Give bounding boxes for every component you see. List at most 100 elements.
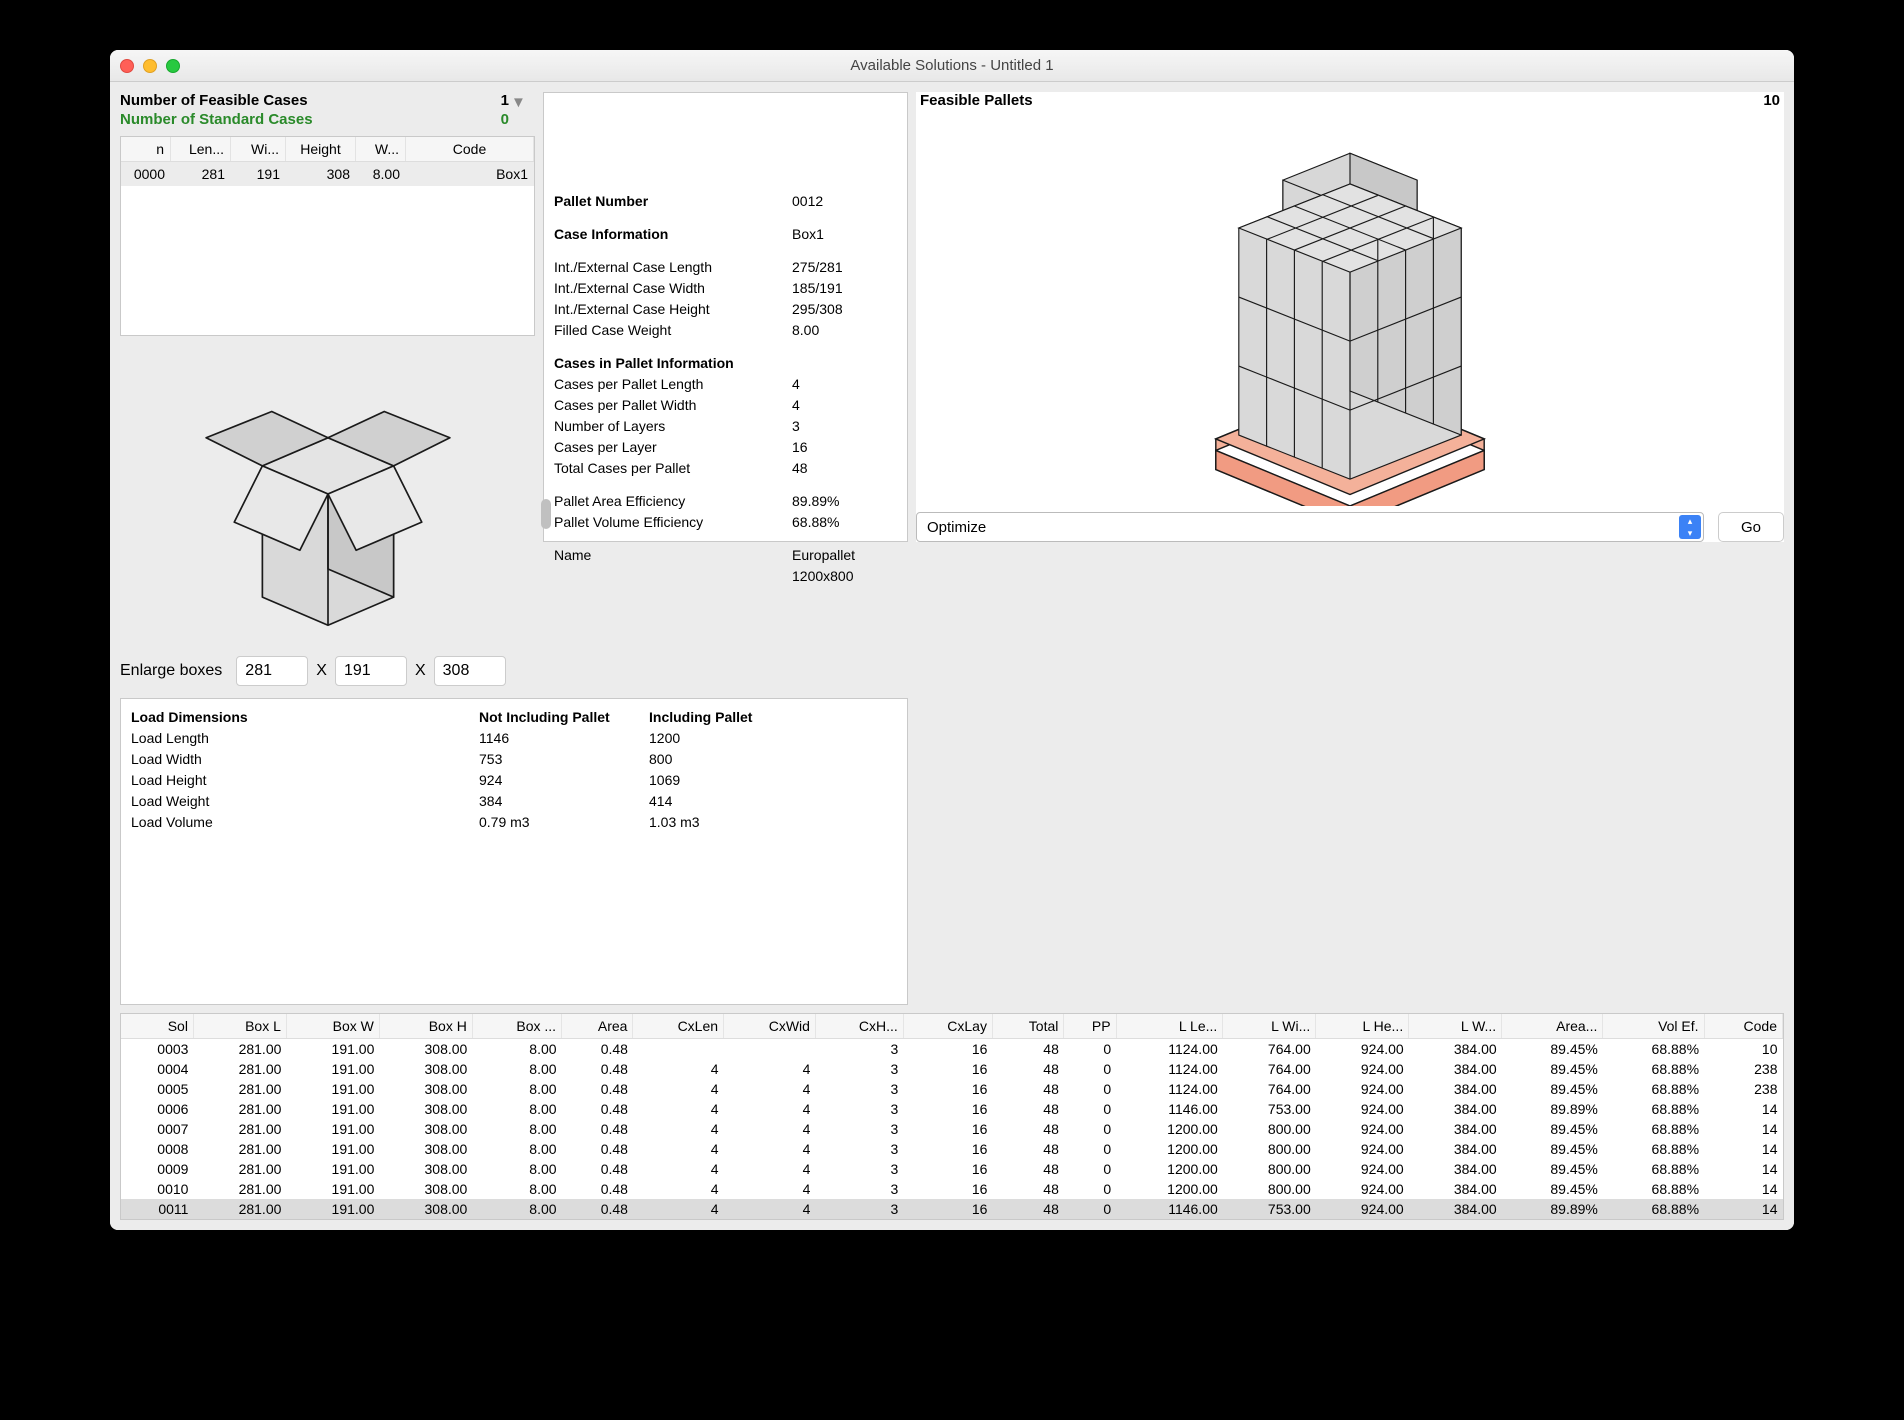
sol-row[interactable]: 0009281.00191.00308.008.000.484431648012… <box>121 1159 1783 1179</box>
vol-eff-value: 68.88% <box>792 512 897 533</box>
standard-cases-count: 0 <box>501 111 509 128</box>
optimize-select-value: Optimize <box>927 519 986 536</box>
app-window: Available Solutions - Untitled 1 Pallet … <box>110 50 1794 1230</box>
sol-row[interactable]: 0006281.00191.00308.008.000.484431648011… <box>121 1099 1783 1119</box>
col-len[interactable]: Len... <box>171 137 231 161</box>
sol-col[interactable]: L W... <box>1409 1014 1502 1039</box>
sol-col[interactable]: Area <box>562 1014 633 1039</box>
sol-row[interactable]: 0004281.00191.00308.008.000.484431648011… <box>121 1059 1783 1079</box>
col-height[interactable]: Height <box>286 137 356 161</box>
pallet-visualization-panel: Feasible Pallets 10 <box>916 92 1784 542</box>
box-visualization <box>120 344 535 644</box>
case-info-label: Case Information <box>554 224 792 245</box>
sol-col[interactable]: Sol <box>121 1014 193 1039</box>
cpl-value: 16 <box>792 437 897 458</box>
load-row-label: Load Weight <box>131 791 479 812</box>
layers-value: 3 <box>792 416 897 437</box>
sol-col[interactable]: Total <box>992 1014 1063 1039</box>
sol-col[interactable]: Area... <box>1502 1014 1603 1039</box>
cases-table-row[interactable]: 0000 281 191 308 8.00 Box1 <box>121 162 534 186</box>
total-value: 48 <box>792 458 897 479</box>
feasible-cases-label: Number of Feasible Cases <box>120 92 308 109</box>
cpl-label: Cases per Layer <box>554 437 792 458</box>
load-row-a: 0.79 m3 <box>479 812 649 833</box>
col-w[interactable]: W... <box>356 137 406 161</box>
load-row-b: 800 <box>649 749 819 770</box>
col-wi[interactable]: Wi... <box>231 137 286 161</box>
cases-in-pallet-label: Cases in Pallet Information <box>554 353 792 374</box>
sol-col[interactable]: CxLay <box>903 1014 992 1039</box>
enlarge-length-input[interactable] <box>236 656 308 686</box>
not-incl-label: Not Including Pallet <box>479 707 649 728</box>
load-row-label: Load Length <box>131 728 479 749</box>
sol-col[interactable]: Box ... <box>472 1014 561 1039</box>
sol-col[interactable]: Vol Ef. <box>1603 1014 1704 1039</box>
load-row-a: 753 <box>479 749 649 770</box>
load-row-b: 414 <box>649 791 819 812</box>
sol-row[interactable]: 0010281.00191.00308.008.000.484431648012… <box>121 1179 1783 1199</box>
sol-col[interactable]: PP <box>1064 1014 1116 1039</box>
sol-row[interactable]: 0003281.00191.00308.008.000.483164801124… <box>121 1039 1783 1060</box>
sol-col[interactable]: L Wi... <box>1223 1014 1316 1039</box>
open-box-icon <box>178 344 478 644</box>
load-row-label: Load Width <box>131 749 479 770</box>
content: Pallet Number0012 Case InformationBox1 I… <box>110 82 1794 1230</box>
load-dimensions-panel: Load Dimensions Not Including Pallet Inc… <box>120 698 908 1005</box>
area-eff-label: Pallet Area Efficiency <box>554 491 792 512</box>
stepper-icon[interactable] <box>1679 515 1701 539</box>
titlebar: Available Solutions - Untitled 1 <box>110 50 1794 82</box>
feasible-cases-count: 1 <box>501 92 509 109</box>
int-ext-hgt-value: 295/308 <box>792 299 897 320</box>
load-row-label: Load Volume <box>131 812 479 833</box>
load-dim-label: Load Dimensions <box>131 707 479 728</box>
cpl-len-value: 4 <box>792 374 897 395</box>
load-row-b: 1.03 m3 <box>649 812 819 833</box>
vol-eff-label: Pallet Volume Efficiency <box>554 512 792 533</box>
x-label-1: X <box>316 662 327 680</box>
window-title: Available Solutions - Untitled 1 <box>110 57 1794 74</box>
sol-col[interactable]: Box H <box>379 1014 472 1039</box>
sol-col[interactable]: Box L <box>193 1014 286 1039</box>
x-label-2: X <box>415 662 426 680</box>
sol-row[interactable]: 0005281.00191.00308.008.000.484431648011… <box>121 1079 1783 1099</box>
filled-wt-label: Filled Case Weight <box>554 320 792 341</box>
name-label: Name <box>554 545 792 587</box>
int-ext-len-label: Int./External Case Length <box>554 257 792 278</box>
solutions-table[interactable]: SolBox LBox WBox HBox ...AreaCxLenCxWidC… <box>120 1013 1784 1220</box>
sol-row[interactable]: 0011281.00191.00308.008.000.484431648011… <box>121 1199 1783 1219</box>
pallet-number-label: Pallet Number <box>554 191 792 212</box>
sol-col[interactable]: Code <box>1704 1014 1782 1039</box>
cases-table[interactable]: n Len... Wi... Height W... Code 0000 281… <box>120 136 535 336</box>
right-column: ▼ Number of Feasible Cases 1 Number of St… <box>120 92 535 690</box>
load-row-b: 1200 <box>649 728 819 749</box>
sol-col[interactable]: L Le... <box>1116 1014 1223 1039</box>
total-label: Total Cases per Pallet <box>554 458 792 479</box>
disclosure-triangle-icon[interactable]: ▼ <box>511 94 529 112</box>
optimize-select[interactable]: Optimize <box>916 512 1704 542</box>
sol-row[interactable]: 0008281.00191.00308.008.000.484431648012… <box>121 1139 1783 1159</box>
col-n[interactable]: n <box>121 137 171 161</box>
go-button[interactable]: Go <box>1718 512 1784 542</box>
scrollbar[interactable] <box>541 92 551 690</box>
col-code[interactable]: Code <box>406 137 534 161</box>
sol-col[interactable]: CxH... <box>815 1014 903 1039</box>
enlarge-height-input[interactable] <box>434 656 506 686</box>
pallet-number-value: 0012 <box>792 191 897 212</box>
sol-col[interactable]: Box W <box>286 1014 379 1039</box>
filled-wt-value: 8.00 <box>792 320 897 341</box>
name-value: Europallet 1200x800 <box>792 545 897 587</box>
feasible-pallets-count: 10 <box>1763 92 1780 109</box>
cpl-len-label: Cases per Pallet Length <box>554 374 792 395</box>
sol-col[interactable]: CxWid <box>724 1014 816 1039</box>
enlarge-width-input[interactable] <box>335 656 407 686</box>
standard-cases-label: Number of Standard Cases <box>120 111 313 128</box>
sol-col[interactable]: CxLen <box>633 1014 724 1039</box>
scrollbar-thumb[interactable] <box>541 499 551 529</box>
sol-col[interactable]: L He... <box>1316 1014 1409 1039</box>
cpl-wid-label: Cases per Pallet Width <box>554 395 792 416</box>
load-row-a: 1146 <box>479 728 649 749</box>
pallet-info-panel: Pallet Number0012 Case InformationBox1 I… <box>543 92 908 542</box>
load-row-b: 1069 <box>649 770 819 791</box>
sol-row[interactable]: 0007281.00191.00308.008.000.484431648012… <box>121 1119 1783 1139</box>
int-ext-wid-value: 185/191 <box>792 278 897 299</box>
